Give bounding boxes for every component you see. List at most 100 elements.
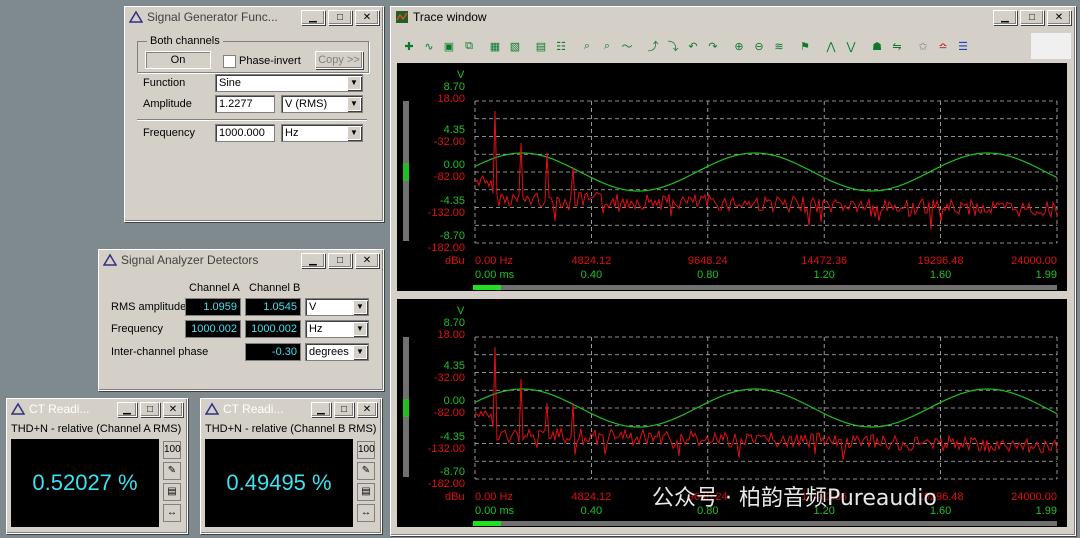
y-unit-top: V <box>457 69 465 81</box>
cursor-down-icon[interactable]: ⤵ <box>663 36 683 56</box>
maximize-button[interactable]: □ <box>328 252 352 268</box>
y-unit-bottom: dBu <box>445 255 465 267</box>
freq-b-readout: 1000.002 <box>245 320 301 338</box>
window-title: CT Readi... <box>29 402 90 416</box>
x-label-ms: 1.60 <box>929 269 952 281</box>
zoom-x-icon[interactable]: ⌕ <box>577 36 597 56</box>
x-label-ms: 0.40 <box>580 269 603 281</box>
peak-icon[interactable]: ⋀ <box>821 36 841 56</box>
close-button[interactable]: ✕ <box>163 401 183 417</box>
function-label: Function <box>143 77 186 89</box>
table-icon[interactable]: ▤ <box>531 36 551 56</box>
side-toolbar: 100 ✎ ▤ ↔ <box>163 441 183 525</box>
amplitude-input[interactable]: 1.2277 <box>215 95 275 113</box>
settings-icon[interactable]: ✎ <box>163 462 181 480</box>
plot-grid <box>474 336 1058 480</box>
plot-grid <box>474 100 1058 244</box>
phase-label: Inter-channel phase <box>111 346 209 358</box>
amplitude-unit-select[interactable]: V (RMS) ▼ <box>281 95 363 113</box>
phase-unit-select[interactable]: degrees ▼ <box>305 343 369 361</box>
trace-icon[interactable]: ∿ <box>419 36 439 56</box>
reading-display: 0.52027 % <box>11 439 159 527</box>
red-trace <box>474 110 1058 230</box>
minimize-button[interactable]: ▁ <box>993 9 1017 25</box>
scroll-thumb[interactable] <box>473 285 501 290</box>
y-label-dbu: -132.00 <box>427 206 465 219</box>
group-label: Both channels <box>147 35 223 47</box>
chevron-down-icon: ▼ <box>353 345 367 359</box>
scroll-track[interactable] <box>473 521 1057 526</box>
maximize-button[interactable]: □ <box>140 401 160 417</box>
close-button[interactable]: ✕ <box>355 9 379 25</box>
minimize-button[interactable]: ▁ <box>301 252 325 268</box>
channel-icon[interactable]: ☗ <box>867 36 887 56</box>
copy-icon[interactable]: ⧉ <box>459 36 479 56</box>
cursor-up-icon[interactable]: ⤴ <box>643 36 663 56</box>
expand-icon[interactable]: ↔ <box>357 504 375 522</box>
valley-icon[interactable]: ⋁ <box>841 36 861 56</box>
zoom-out-icon[interactable]: ⊖ <box>749 36 769 56</box>
minimize-button[interactable]: ▁ <box>301 9 325 25</box>
scroll-track[interactable] <box>473 285 1057 290</box>
ct-triangle-icon <box>205 402 219 415</box>
analyzer-titlebar[interactable]: Signal Analyzer Detectors ▁ □ ✕ <box>99 250 383 270</box>
maximize-button[interactable]: □ <box>334 401 354 417</box>
x-label-ms: 0.80 <box>697 269 719 281</box>
bars-icon[interactable]: ☰ <box>953 36 973 56</box>
close-button[interactable]: ✕ <box>357 401 377 417</box>
reading-value: 0.49495 % <box>226 470 332 495</box>
x-label-hz: 19296.48 <box>917 255 964 267</box>
x-label-hz: 0.00 Hz <box>475 491 513 503</box>
settings-icon[interactable]: ✩ <box>913 36 933 56</box>
phase-invert-checkbox[interactable] <box>223 55 236 68</box>
frequency-input[interactable]: 1000.000 <box>215 124 275 142</box>
save-icon[interactable]: ▣ <box>439 36 459 56</box>
graph-icon[interactable]: ▦ <box>485 36 505 56</box>
on-button[interactable]: On <box>145 51 211 69</box>
marker-icon[interactable]: ⚑ <box>795 36 815 56</box>
waveform-icon[interactable]: 〜 <box>617 36 637 56</box>
maximize-button[interactable]: □ <box>1020 9 1044 25</box>
y-label-voltage: 4.35 <box>443 359 465 372</box>
expand-icon[interactable]: ↔ <box>163 504 181 522</box>
trace-toolbar: ✚ ∿ ▣ ⧉ ▦ ▧ ▤ ☷ ⌕ ⌕ 〜 ⤴ ⤵ ↶ ↷ ⊕ ⊖ ≋ ⚑ ⋀ … <box>399 35 973 57</box>
add-trace-icon[interactable]: ✚ <box>399 36 419 56</box>
measurement-description: THD+N - relative (Channel B RMS) <box>205 423 377 435</box>
freq-unit-select[interactable]: Hz ▼ <box>305 320 369 338</box>
cursor-left-icon[interactable]: ↶ <box>683 36 703 56</box>
signal-generator-titlebar[interactable]: Signal Generator Func... ▁ □ ✕ <box>125 7 383 27</box>
y-label-dbu: 18.00 <box>437 93 465 105</box>
log-icon[interactable]: ▤ <box>357 483 375 501</box>
rms-unit-select[interactable]: V ▼ <box>305 298 369 316</box>
readout-100-icon[interactable]: 100 <box>163 441 181 459</box>
y-label-voltage: 8.70 <box>443 81 465 93</box>
readout-100-icon[interactable]: 100 <box>357 441 375 459</box>
side-toolbar: 100 ✎ ▤ ↔ <box>357 441 377 525</box>
copy-button[interactable]: Copy >> <box>315 51 363 69</box>
autoscale-icon[interactable]: ≋ <box>769 36 789 56</box>
y-label-voltage: 8.70 <box>443 317 465 329</box>
frequency-unit-select[interactable]: Hz ▼ <box>281 124 363 142</box>
minimize-button[interactable]: ▁ <box>311 401 331 417</box>
y-label-voltage: 4.35 <box>443 123 465 136</box>
zoom-in-icon[interactable]: ⊕ <box>729 36 749 56</box>
zoom-y-icon[interactable]: ⌕ <box>597 36 617 56</box>
minimize-button[interactable]: ▁ <box>117 401 137 417</box>
cursor-right-icon[interactable]: ↷ <box>703 36 723 56</box>
log-icon[interactable]: ▤ <box>163 483 181 501</box>
divider <box>137 119 367 121</box>
scroll-thumb[interactable] <box>473 521 501 526</box>
trace-titlebar[interactable]: Trace window ▁ □ ✕ <box>391 7 1075 27</box>
list-icon[interactable]: ☷ <box>551 36 571 56</box>
maximize-button[interactable]: □ <box>328 9 352 25</box>
ct-a-titlebar[interactable]: CT Readi... ▁ □ ✕ <box>7 399 187 419</box>
settings-icon[interactable]: ✎ <box>357 462 375 480</box>
close-button[interactable]: ✕ <box>355 252 379 268</box>
spectrum-icon[interactable]: ≏ <box>933 36 953 56</box>
ct-b-titlebar[interactable]: CT Readi... ▁ □ ✕ <box>201 399 381 419</box>
chevron-down-icon: ▼ <box>353 322 367 336</box>
close-button[interactable]: ✕ <box>1047 9 1071 25</box>
link-icon[interactable]: ⇋ <box>887 36 907 56</box>
function-select[interactable]: Sine ▼ <box>215 74 363 92</box>
graph-export-icon[interactable]: ▧ <box>505 36 525 56</box>
